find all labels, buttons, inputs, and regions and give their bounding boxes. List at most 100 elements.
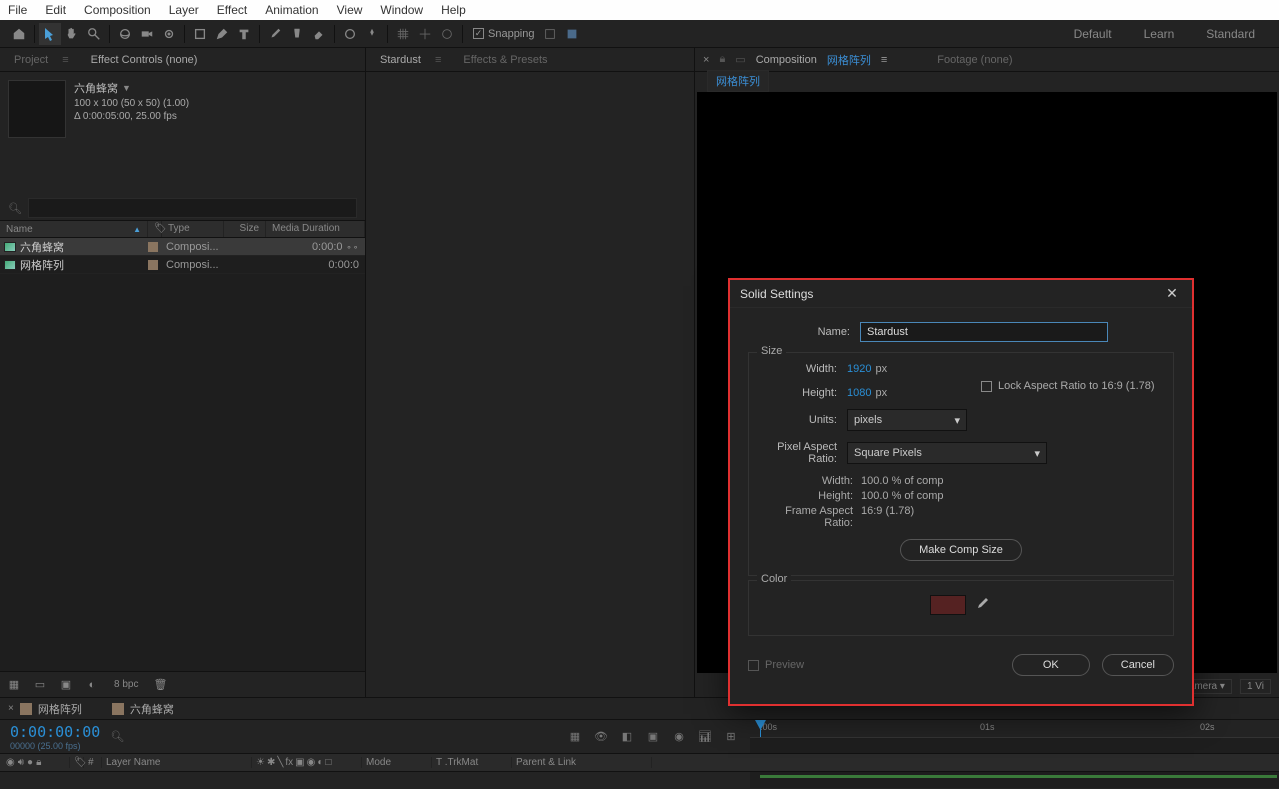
breadcrumb-item[interactable]: 网格阵列 xyxy=(707,70,769,92)
switch-icon[interactable]: ◐ xyxy=(317,757,323,768)
lock-col-icon[interactable]: 🔒︎ xyxy=(36,757,41,768)
label-swatch[interactable] xyxy=(148,260,158,270)
tab-footage[interactable]: Footage (none) xyxy=(937,54,1012,66)
dropdown-icon[interactable]: ▼ xyxy=(122,83,131,93)
list-item[interactable]: 网格阵列 Composi... 0:00:0 xyxy=(0,256,365,274)
menu-animation[interactable]: Animation xyxy=(265,3,318,17)
panel-menu-icon[interactable]: ≡ xyxy=(881,54,887,66)
workspace-default[interactable]: Default xyxy=(1058,23,1128,45)
workspace-learn[interactable]: Learn xyxy=(1128,23,1191,45)
panel-menu-icon[interactable]: ≡ xyxy=(435,54,441,66)
switch-icon[interactable]: fx xyxy=(285,757,293,768)
timeline-track-area[interactable] xyxy=(0,772,1279,788)
current-timecode[interactable]: 0:00:00:00 xyxy=(10,723,100,741)
color-swatch[interactable] xyxy=(930,595,966,615)
grid-tool-icon[interactable] xyxy=(392,23,414,45)
hand-tool-icon[interactable] xyxy=(61,23,83,45)
menu-layer[interactable]: Layer xyxy=(169,3,199,17)
folder-icon[interactable]: ▭ xyxy=(32,677,48,693)
interpret-icon[interactable]: ▦ xyxy=(6,677,22,693)
brush-tool-icon[interactable] xyxy=(264,23,286,45)
lock-icon[interactable]: 🔒︎ xyxy=(719,53,725,66)
camera-tool-icon[interactable] xyxy=(136,23,158,45)
close-icon[interactable]: ✕ xyxy=(1162,285,1182,302)
col-duration[interactable]: Media Duration xyxy=(266,221,365,237)
panel-menu-icon[interactable]: ≡ xyxy=(62,54,68,66)
pan-behind-tool-icon[interactable] xyxy=(158,23,180,45)
rect-tool-icon[interactable] xyxy=(189,23,211,45)
draft3d-icon[interactable]: ◧ xyxy=(618,728,636,746)
sort-arrow-icon[interactable]: ▲ xyxy=(133,225,141,234)
col-trkmat[interactable]: T .TrkMat xyxy=(432,757,512,768)
menu-composition[interactable]: Composition xyxy=(84,3,151,17)
clone-tool-icon[interactable] xyxy=(286,23,308,45)
height-value[interactable]: 1080 xyxy=(847,387,871,399)
switch-icon[interactable]: ◉ xyxy=(307,757,316,768)
zoom-tool-icon[interactable] xyxy=(83,23,105,45)
motion-blur-icon[interactable]: ◉ xyxy=(670,728,688,746)
solid-name-input[interactable] xyxy=(860,322,1108,342)
tab-effects-presets[interactable]: Effects & Presets xyxy=(457,52,553,68)
eyedropper-icon[interactable] xyxy=(974,596,992,614)
project-search-input[interactable] xyxy=(28,198,357,218)
list-item[interactable]: 六角蜂窝 Composi... 0:00:0 ⚬⚬ xyxy=(0,238,365,256)
visibility-col-icon[interactable]: ◉ xyxy=(6,757,15,768)
pen-tool-icon[interactable] xyxy=(211,23,233,45)
roto-tool-icon[interactable] xyxy=(339,23,361,45)
switch-icon[interactable]: ▣ xyxy=(295,757,304,768)
label-col-icon[interactable]: 🏷︎ xyxy=(70,757,84,768)
col-name[interactable]: Name xyxy=(6,224,33,235)
menu-help[interactable]: Help xyxy=(441,3,466,17)
orbit-tool-icon[interactable] xyxy=(114,23,136,45)
switch-icon[interactable]: ╲ xyxy=(277,757,283,768)
shy-icon[interactable]: 👁︎ xyxy=(592,728,610,746)
home-icon[interactable] xyxy=(8,23,30,45)
ok-button[interactable]: OK xyxy=(1012,654,1090,676)
label-swatch[interactable] xyxy=(148,242,158,252)
switch-icon[interactable]: □ xyxy=(325,757,331,768)
puppet-tool-icon[interactable] xyxy=(361,23,383,45)
menu-view[interactable]: View xyxy=(337,3,363,17)
col-size[interactable]: Size xyxy=(224,221,266,237)
cancel-button[interactable]: Cancel xyxy=(1102,654,1174,676)
timeline-tab[interactable]: 六角蜂窝 xyxy=(112,701,174,717)
lock-aspect-checkbox[interactable]: Lock Aspect Ratio to 16:9 (1.78) xyxy=(981,380,1155,392)
view-count-dropdown[interactable]: 1 Vi xyxy=(1240,679,1271,694)
bpc-toggle[interactable]: 8 bpc xyxy=(110,679,142,690)
width-value[interactable]: 1920 xyxy=(847,363,871,375)
tab-project[interactable]: Project xyxy=(8,52,54,68)
preview-checkbox[interactable]: Preview xyxy=(748,659,804,671)
menu-window[interactable]: Window xyxy=(380,3,423,17)
eraser-tool-icon[interactable] xyxy=(308,23,330,45)
snap-collapse-icon[interactable] xyxy=(561,23,583,45)
local-tool-icon[interactable] xyxy=(436,23,458,45)
col-type[interactable]: Type xyxy=(162,221,224,237)
timeline-tab[interactable]: × 网格阵列 xyxy=(8,701,82,717)
brainstorm-icon[interactable]: ⊞ xyxy=(722,728,740,746)
trash-icon[interactable]: 🗑︎ xyxy=(152,677,168,693)
comp-tab-name[interactable]: 网格阵列 xyxy=(827,52,871,68)
adjust-icon[interactable]: ◐ xyxy=(84,677,100,693)
units-dropdown[interactable]: pixels▾ xyxy=(847,409,967,431)
comp-thumbnail[interactable] xyxy=(8,80,66,138)
audio-col-icon[interactable]: 🔊︎ xyxy=(18,757,24,768)
axis-tool-icon[interactable] xyxy=(414,23,436,45)
switch-icon[interactable]: ☀ xyxy=(256,757,265,768)
playhead[interactable] xyxy=(760,720,761,737)
tab-effect-controls[interactable]: Effect Controls (none) xyxy=(85,52,204,68)
frame-blend-icon[interactable]: ▣ xyxy=(644,728,662,746)
work-area-bar[interactable] xyxy=(760,775,1277,778)
solo-col-icon[interactable]: ● xyxy=(27,757,33,768)
par-dropdown[interactable]: Square Pixels▾ xyxy=(847,442,1047,464)
flowchart-icon[interactable]: ⚬⚬ xyxy=(346,243,359,252)
col-parent[interactable]: Parent & Link xyxy=(512,757,652,768)
search-icon[interactable]: 🔍︎ xyxy=(110,730,124,743)
timeline-ruler[interactable]: :00s 01s 02s xyxy=(750,720,1279,738)
col-mode[interactable]: Mode xyxy=(362,757,432,768)
selection-tool-icon[interactable] xyxy=(39,23,61,45)
switch-icon[interactable]: ✱ xyxy=(267,757,275,768)
comp-create-icon[interactable]: ▣ xyxy=(58,677,74,693)
col-label-icon[interactable]: 🏷︎ xyxy=(148,221,162,237)
graph-icon[interactable]: 📊︎ xyxy=(696,728,714,746)
menu-effect[interactable]: Effect xyxy=(217,3,247,17)
